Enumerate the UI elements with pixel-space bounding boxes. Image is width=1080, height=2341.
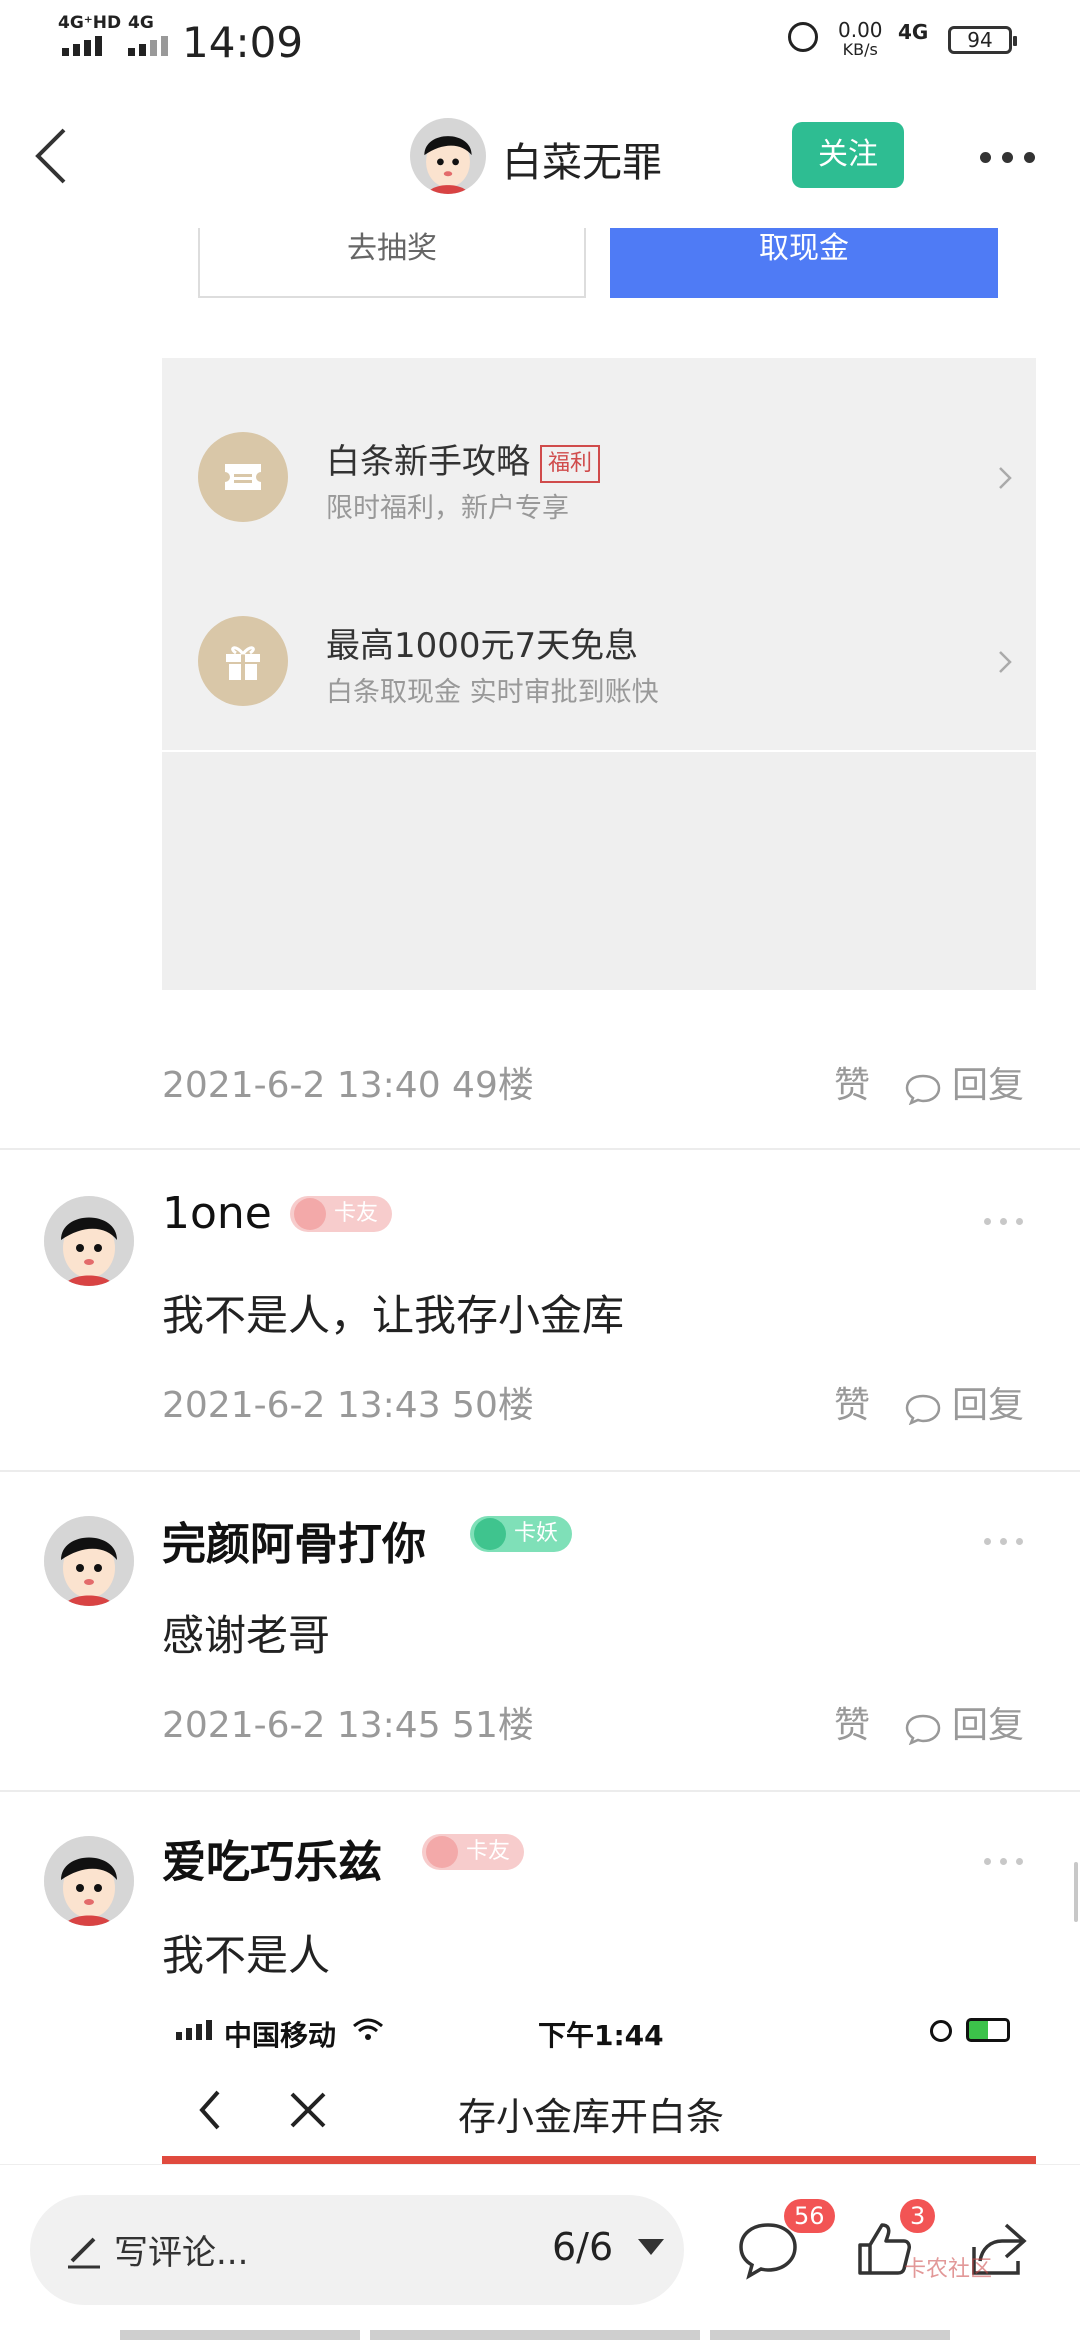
username[interactable]: 1one [162,1188,272,1239]
reply-label: 回复 [952,1705,1025,1746]
like-count-badge: 3 [900,2199,936,2233]
badge-label: 卡友 [466,1839,511,1864]
promo-title: 最高1000元7天免息 [326,626,639,666]
network-label-primary: 4G⁺HD [58,13,122,33]
embedded-carrier: 中国移动 [224,2019,337,2052]
badge-label: 卡友 [334,1201,379,1226]
ticket-icon [198,432,288,522]
status-time: 14:09 [182,18,304,67]
reply-button[interactable]: 回复 [904,1696,1024,1748]
promo-subtitle: 白条取现金 实时审批到账快 [326,677,659,708]
username[interactable]: 爱吃巧乐兹 [162,1826,382,1890]
user-level-badge: 卡友 [290,1196,393,1232]
promo-list: 白条新手攻略 福利 限时福利，新户专享 最高1000元7天免息 白条取现金 实时审… [162,384,1036,750]
gift-icon [198,616,288,706]
post-meta: 2021-6-2 13:40 49楼 [162,1065,534,1106]
battery-icon: 94 [948,26,1017,54]
promo-title: 白条新手攻略 福利 [326,434,601,483]
alarm-icon [788,22,818,52]
rotation-lock-icon [930,2020,952,2042]
follow-button[interactable]: 关注 [792,122,904,188]
back-arrow-icon[interactable] [26,124,86,188]
gesture-bar [120,2330,960,2340]
signal-bars-primary-icon [62,36,102,56]
embedded-close-icon [290,2092,326,2128]
network-label-secondary: 4G [128,13,154,33]
reply-button[interactable]: 回复 [904,1056,1024,1108]
cash-button: 取现金 [610,228,998,298]
comment-more-icon[interactable] [984,1218,1024,1228]
speed-unit: KB/s [842,40,878,59]
like-button[interactable]: 赞 [834,1056,870,1108]
user-level-badge: 卡友 [422,1834,525,1870]
embedded-signal-icon [176,2020,212,2040]
speed-value: 0.00 [838,18,883,42]
ticket-edge-divider [162,361,1036,380]
embedded-time: 下午1:44 [538,2019,664,2052]
embedded-accent-line [162,2156,1036,2164]
author-avatar[interactable] [410,118,486,194]
like-button[interactable]: 赞 [834,1376,870,1428]
avatar[interactable] [44,1836,134,1926]
promo-title-text: 白条新手攻略 [326,442,530,482]
comment-item: 1one 卡友 我不是人，让我存小金库 2021-6-2 13:43 50楼 赞… [0,1150,1080,1470]
status-bar: 4G⁺HD 4G 14:09 0.00 KB/s 4G 94 [0,0,1080,84]
scroll-indicator[interactable] [1074,1862,1078,1922]
reply-icon [905,1394,941,1425]
promo-item-guide: 白条新手攻略 福利 限时福利，新户专享 [198,432,1018,552]
reply-icon [905,1714,941,1745]
promo-item-interest-free: 最高1000元7天免息 白条取现金 实时审批到账快 [198,616,1018,736]
page-indicator[interactable]: 6/6 [552,2225,613,2269]
wifi-icon [353,2018,383,2040]
welfare-tag: 福利 [540,445,601,483]
lottery-button: 去抽奖 [198,228,586,298]
comment-more-icon[interactable] [984,1538,1024,1548]
reply-button[interactable]: 回复 [904,1376,1024,1428]
user-level-badge: 卡妖 [470,1516,573,1552]
reply-label: 回复 [952,1065,1025,1106]
star-icon [474,1518,506,1550]
pen-icon [68,2237,100,2269]
comment-meta: 2021-6-2 13:43 50楼 [162,1385,534,1426]
promo-subtitle: 限时福利，新户专享 [326,493,569,524]
crown-icon [426,1836,458,1868]
like-button[interactable]: 赞 [834,1696,870,1748]
chevron-right-icon [999,651,1012,673]
more-options-icon[interactable] [980,152,1036,164]
comment-placeholder: 写评论... [114,2233,249,2273]
embedded-back-icon [199,2090,220,2130]
chevron-right-icon [999,467,1012,489]
embedded-status-bar: 中国移动 下午1:44 [160,2010,1020,2054]
signal-bars-secondary-icon [128,36,168,56]
app-header: 白菜无罪 关注 [0,84,1080,228]
comment-input[interactable]: 写评论... 6/6 [30,2195,684,2305]
badge-label: 卡妖 [514,1521,559,1546]
avatar[interactable] [44,1516,134,1606]
data-type: 4G [898,20,929,44]
embedded-battery-icon [966,2018,1010,2042]
author-name[interactable]: 白菜无罪 [502,130,662,188]
embedded-page-title: 存小金库开白条 [458,2095,725,2139]
image-bottom-area [162,752,1036,990]
comment-text: 我不是人 [162,1931,331,1980]
comment-text: 我不是人，让我存小金库 [162,1291,625,1340]
avatar[interactable] [44,1196,134,1286]
reply-label: 回复 [952,1385,1025,1426]
username[interactable]: 完颜阿骨打你 [162,1508,426,1572]
watermark: 卡农社区 [904,2257,993,2282]
comment-text: 感谢老哥 [162,1611,331,1660]
embedded-nav-bar: 存小金库开白条 [160,2070,1020,2150]
comment-count-badge: 56 [784,2199,835,2233]
reply-icon [905,1074,941,1105]
bottom-bar: 写评论... 6/6 56 3 卡农社区 [0,2164,1080,2341]
network-speed: 0.00 KB/s [838,20,883,60]
comment-item: 爱吃巧乐兹 卡友 我不是人 [0,1792,1080,2002]
comment-meta: 2021-6-2 13:45 51楼 [162,1705,534,1746]
comment-more-icon[interactable] [984,1858,1024,1868]
comment-item: 完颜阿骨打你 卡妖 感谢老哥 2021-6-2 13:45 51楼 赞 回复 [0,1472,1080,1792]
dropdown-triangle-icon[interactable] [638,2239,664,2255]
crown-icon [294,1198,326,1230]
